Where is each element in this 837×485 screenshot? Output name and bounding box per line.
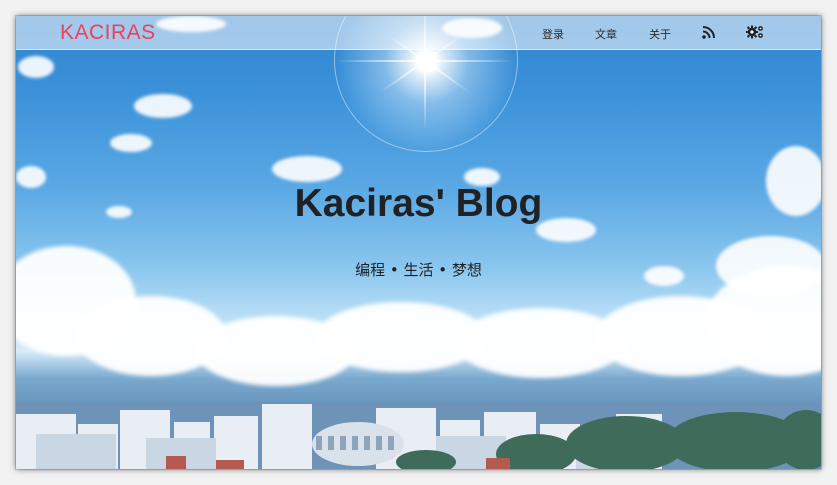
rss-icon[interactable] xyxy=(701,24,717,40)
browser-viewport: KACIRAS 登录 文章 关于 Kaciras' Blog 编程 • 生活 •… xyxy=(16,16,821,469)
nav-login-link[interactable]: 登录 xyxy=(542,26,564,42)
settings-icon[interactable] xyxy=(746,24,765,40)
hero-background xyxy=(16,16,821,469)
blog-title: Kaciras' Blog xyxy=(294,182,543,225)
nav-articles-link[interactable]: 文章 xyxy=(595,26,617,42)
site-logo[interactable]: KACIRAS xyxy=(60,21,156,45)
blog-subtitle: 编程 • 生活 • 梦想 xyxy=(355,261,482,279)
city-skyline xyxy=(16,404,821,469)
nav-about-link[interactable]: 关于 xyxy=(649,26,671,42)
top-navbar: KACIRAS 登录 文章 关于 xyxy=(16,16,821,50)
